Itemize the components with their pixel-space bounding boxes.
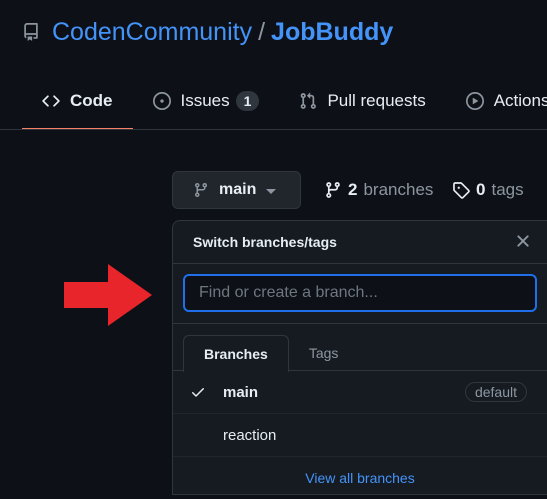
caret-down-icon [266, 188, 277, 194]
check-icon [192, 388, 204, 397]
branch-item-reaction[interactable]: reaction [173, 414, 547, 457]
dropdown-header: Switch branches/tags [173, 221, 547, 264]
dropdown-filter [173, 264, 547, 324]
tab-issues-label: Issues [180, 91, 230, 110]
repo-nav-tabs: Code Issues 1 Pull requests Actions [22, 84, 547, 130]
branches-label: branches [363, 180, 434, 199]
issue-opened-icon [152, 92, 171, 110]
branches-count: 2 [348, 180, 358, 199]
view-all-branches-link[interactable]: View all branches [305, 470, 414, 486]
check-slot [173, 384, 223, 400]
default-badge: default [464, 382, 527, 402]
red-arrow-annotation [64, 264, 152, 326]
branch-item-label: reaction [223, 426, 277, 444]
issues-count-badge: 1 [235, 91, 260, 111]
branch-filter-input[interactable] [183, 274, 537, 312]
tab-issues[interactable]: Issues 1 [133, 84, 280, 118]
dropdown-tabs: Branches Tags [173, 324, 547, 372]
branches-link[interactable]: 2 branches [324, 180, 433, 200]
tab-code-label: Code [70, 91, 113, 110]
tabs-divider [0, 129, 547, 130]
path-separator: / [258, 17, 266, 46]
repo-icon [24, 23, 38, 41]
dropdown-title: Switch branches/tags [193, 234, 337, 250]
git-branch-icon [326, 182, 340, 198]
tab-pull-requests-label: Pull requests [327, 91, 426, 110]
code-icon [42, 95, 60, 107]
tab-actions[interactable]: Actions [446, 84, 547, 118]
tags-link[interactable]: 0 tags [452, 180, 524, 200]
repo-header: CodenCommunity / JobBuddy [22, 14, 393, 50]
repo-owner-link[interactable]: CodenCommunity [52, 18, 252, 47]
repo-name-link[interactable]: JobBuddy [271, 18, 393, 47]
branch-select-label: main [219, 181, 257, 198]
tags-label: tags [491, 180, 524, 199]
play-icon [465, 92, 484, 110]
tab-tags[interactable]: Tags [289, 335, 359, 370]
branch-switch-dropdown: Switch branches/tags Branches Tags main … [172, 220, 547, 495]
tags-count: 0 [476, 180, 486, 199]
tag-icon [453, 182, 470, 199]
close-icon[interactable] [513, 231, 533, 251]
git-pull-request-icon [301, 92, 317, 109]
branch-select-button[interactable]: main [172, 171, 301, 209]
tab-pull-requests[interactable]: Pull requests [279, 84, 445, 118]
branch-item-main[interactable]: main default [173, 371, 547, 414]
branch-item-label: main [223, 383, 259, 401]
tab-branches[interactable]: Branches [183, 335, 289, 372]
git-branch-icon [194, 183, 207, 198]
tab-actions-label: Actions [493, 91, 547, 110]
dropdown-footer: View all branches [173, 457, 547, 499]
tab-code[interactable]: Code [22, 84, 133, 130]
